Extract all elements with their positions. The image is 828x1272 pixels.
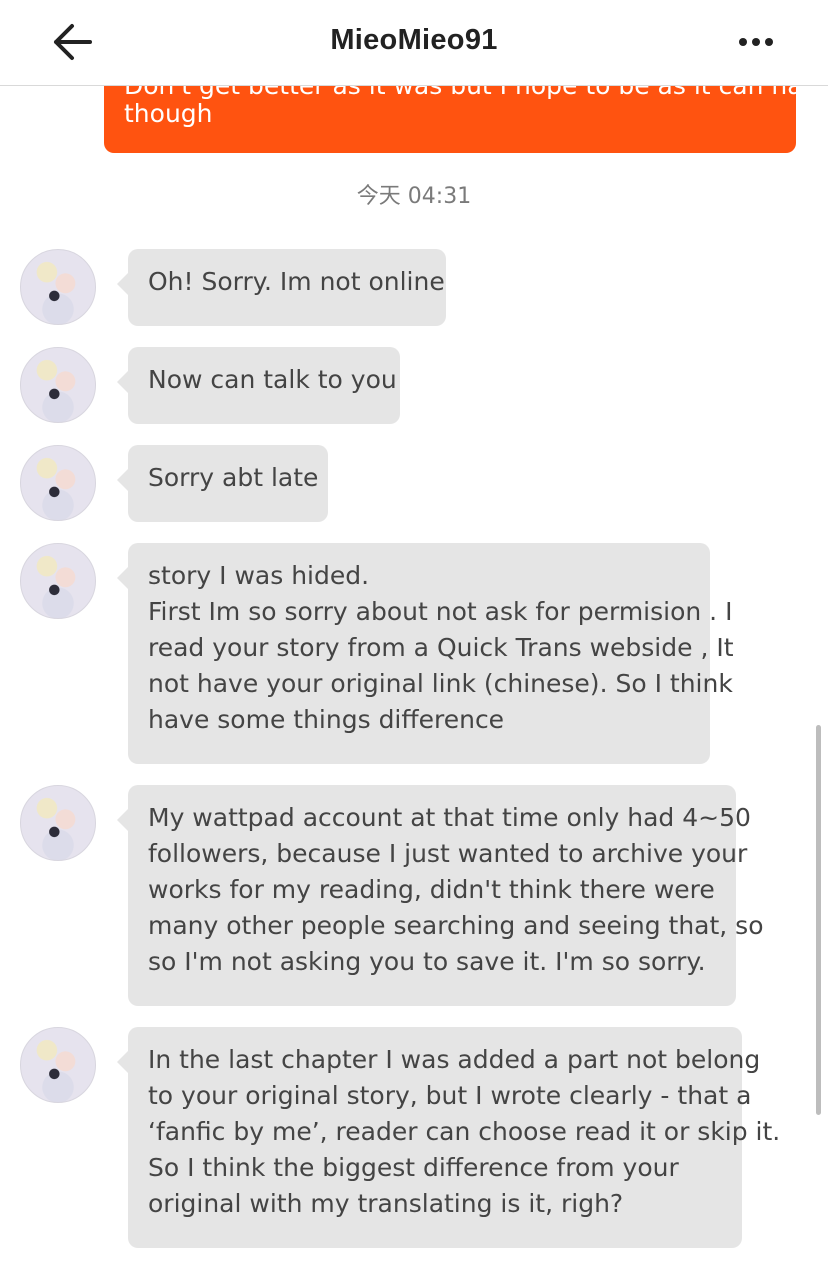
sender-avatar[interactable] xyxy=(20,445,96,521)
message-text-line: original with my translating is it, righ… xyxy=(148,1189,624,1218)
message-bubble[interactable]: story I was hided. First Im so sorry abo… xyxy=(117,543,734,764)
message-bubble[interactable]: In the last chapter I was added a part n… xyxy=(117,1027,781,1248)
chat-title: MieoMieo91 xyxy=(330,24,498,56)
message-text-line: have some things difference xyxy=(148,705,505,734)
message-bubble[interactable]: Now can talk to you xyxy=(117,347,400,424)
message-text-line: not have your original link (chinese). S… xyxy=(148,669,733,698)
message-text: Oh! Sorry. Im not online xyxy=(148,267,445,296)
more-icon-dot xyxy=(752,38,760,46)
message-bubble[interactable]: My wattpad account at that time only had… xyxy=(117,785,764,1006)
message-bubble[interactable]: Oh! Sorry. Im not online xyxy=(117,249,446,326)
message-text-line: story I was hided. xyxy=(148,561,370,590)
sender-avatar[interactable] xyxy=(20,1027,96,1103)
message-text-line: works for my reading, didn't think there… xyxy=(148,875,715,904)
scrollbar[interactable] xyxy=(816,725,821,1115)
message-bubble[interactable]: Sorry abt late xyxy=(117,445,328,522)
sender-avatar[interactable] xyxy=(20,249,96,325)
outgoing-message-text: though xyxy=(124,99,213,128)
more-icon-dot xyxy=(765,38,773,46)
message-text: Now can talk to you xyxy=(148,365,397,394)
message-timestamp: 今天 04:31 xyxy=(356,184,472,209)
message-text-line: First Im so sorry about not ask for perm… xyxy=(148,597,733,626)
message-text-line: to your original story, but I wrote clea… xyxy=(148,1081,752,1110)
sender-avatar[interactable] xyxy=(20,543,96,619)
message-text-line: ‘fanfic by me’, reader can choose read i… xyxy=(148,1117,781,1146)
message-text-line: so I'm not asking you to save it. I'm so… xyxy=(148,947,706,976)
message-text-line: followers, because I just wanted to arch… xyxy=(148,839,748,868)
sender-avatar[interactable] xyxy=(20,347,96,423)
sender-avatar[interactable] xyxy=(20,785,96,861)
message-text: Sorry abt late xyxy=(148,463,319,492)
message-text-line: My wattpad account at that time only had… xyxy=(148,803,751,832)
more-options-button[interactable] xyxy=(728,24,784,60)
chat-header: MieoMieo91 xyxy=(0,0,828,86)
message-text-line: many other people searching and seeing t… xyxy=(148,911,764,940)
message-text-line: read your story from a Quick Trans websi… xyxy=(148,633,734,662)
message-text-line: In the last chapter I was added a part n… xyxy=(148,1045,761,1074)
message-text-line: So I think the biggest difference from y… xyxy=(148,1153,679,1182)
more-icon xyxy=(739,38,747,46)
